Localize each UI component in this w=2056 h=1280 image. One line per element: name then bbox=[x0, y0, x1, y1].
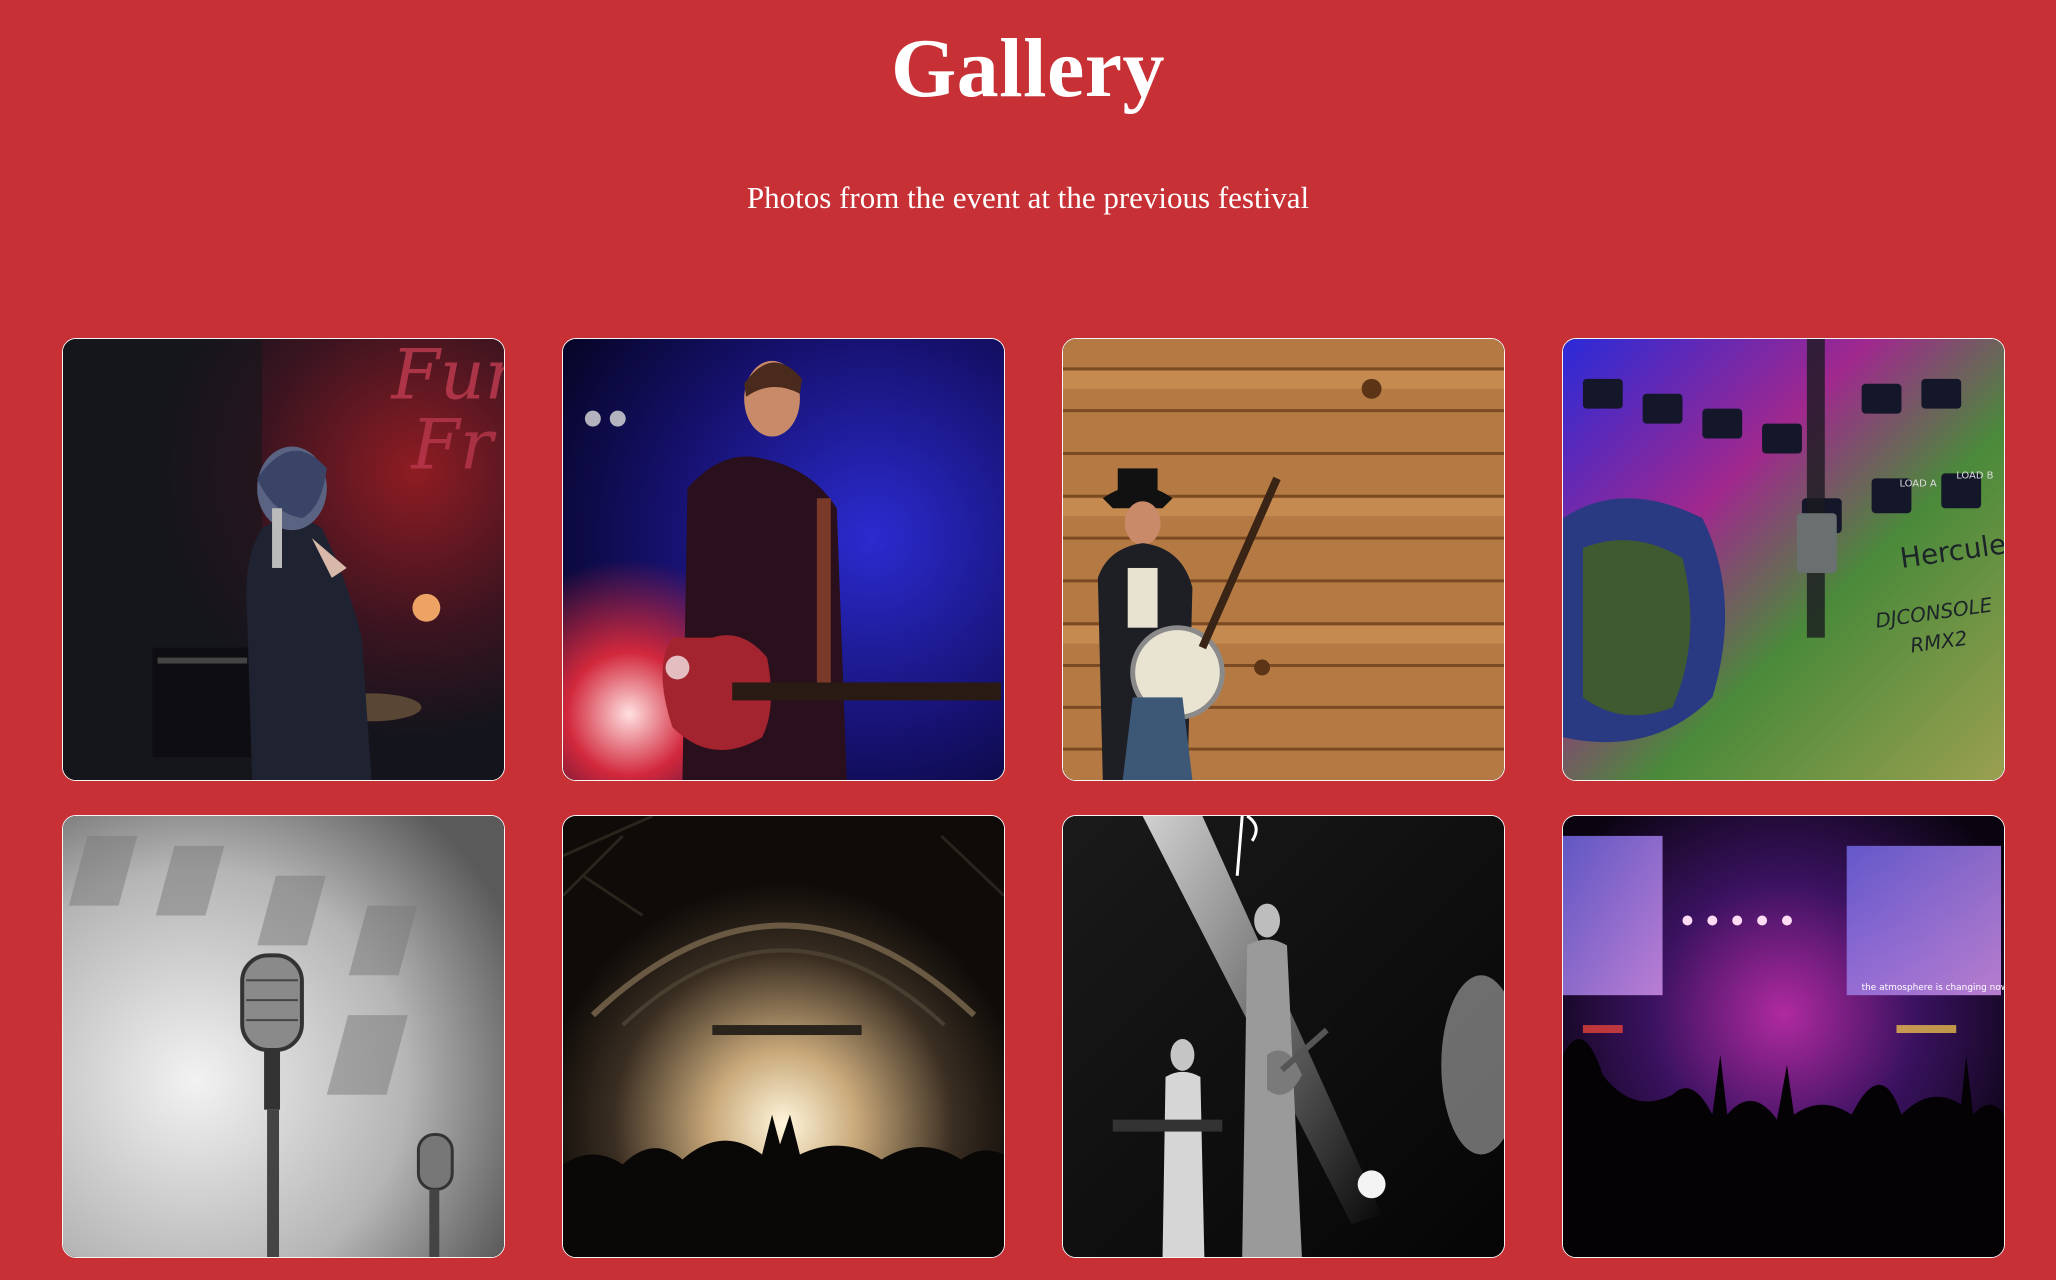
guitarist-photo-image bbox=[563, 339, 1004, 780]
gallery-photo-guitarist[interactable] bbox=[562, 338, 1005, 781]
page-title: Gallery bbox=[890, 22, 1166, 115]
svg-text:Fr: Fr bbox=[409, 404, 496, 485]
dj-console-photo-image: LOAD A LOAD B Hercules DJCONSOLE RMX2 bbox=[1563, 339, 2004, 780]
svg-text:LOAD B: LOAD B bbox=[1956, 470, 1993, 481]
band-monochrome-photo-image bbox=[1063, 816, 1504, 1257]
gallery-photo-microphones[interactable] bbox=[62, 815, 505, 1258]
purple-stage-photo-image: the atmosphere is changing now bbox=[1563, 816, 2004, 1257]
svg-text:the atmosphere is changing now: the atmosphere is changing now bbox=[1862, 983, 2004, 993]
gallery-photo-banjo-player[interactable] bbox=[1062, 338, 1505, 781]
gallery-grid: Fun Fr bbox=[62, 338, 2006, 1258]
svg-text:LOAD A: LOAD A bbox=[1899, 478, 1936, 489]
page-subtitle: Photos from the event at the previous fe… bbox=[746, 180, 1310, 215]
gallery-photo-singer[interactable]: Fun Fr bbox=[62, 338, 505, 781]
arch-crowd-photo-image bbox=[563, 816, 1004, 1257]
gallery-photo-dj-console[interactable]: LOAD A LOAD B Hercules DJCONSOLE RMX2 bbox=[1562, 338, 2005, 781]
gallery-photo-arch-crowd[interactable] bbox=[562, 815, 1005, 1258]
banjo-photo-image bbox=[1063, 339, 1504, 780]
microphones-photo-image bbox=[63, 816, 504, 1257]
gallery-photo-purple-stage[interactable]: the atmosphere is changing now bbox=[1562, 815, 2005, 1258]
singer-photo-image: Fun Fr bbox=[63, 339, 504, 780]
gallery-photo-band-monochrome[interactable] bbox=[1062, 815, 1505, 1258]
